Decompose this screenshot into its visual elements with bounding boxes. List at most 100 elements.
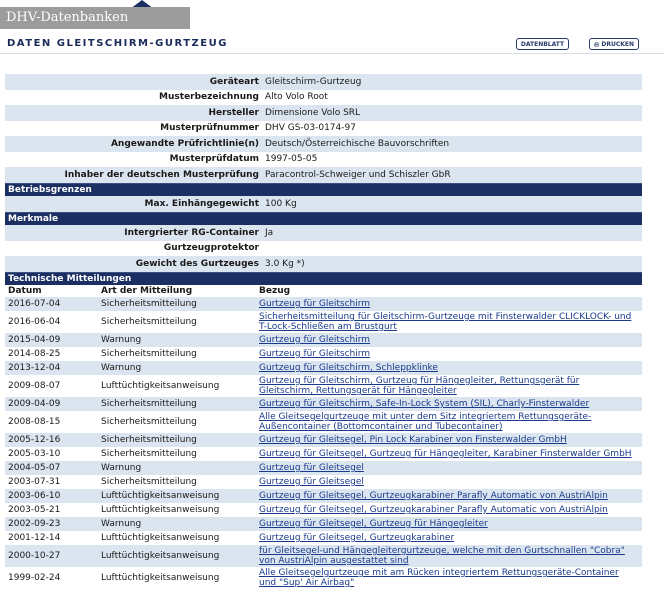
page-title: DATEN GLEITSCHIRM-GURTZEUG (7, 38, 228, 49)
cell-date: 2016-06-04 (8, 317, 61, 327)
info-row-gewicht: Gewicht des Gurtzeuges 3.0 Kg *) (5, 256, 642, 272)
bezug-link[interactable]: Gurtzeug für Gleitschirm, Schleppklinke (259, 363, 636, 373)
cell-type: Lufttüchtigkeitsanweisung (101, 381, 220, 391)
bezug-link[interactable]: Sicherheitsmitteilung für Gleitschirm-Gu… (259, 312, 636, 332)
bezug-link[interactable]: Gurtzeug für Gleitschirm, Safe-In-Lock S… (259, 399, 636, 409)
print-button-label: DRUCKEN (601, 40, 634, 48)
cell-ref: Gurtzeug für Gleitschirm (259, 299, 642, 309)
table-row: 2016-07-04 Sicherheitsmitteilung Gurtzeug … (5, 297, 642, 311)
section-technische-mitteilungen: Technische Mitteilungen (5, 271, 642, 285)
cell-type: Warnung (101, 519, 142, 529)
table-row: 2015-04-09 Warnung Gurtzeug für Gleitschir… (5, 333, 642, 347)
cell-type: Lufttüchtigkeitsanweisung (101, 505, 220, 515)
info-row-musterbezeichnung: Musterbezeichnung Alto Volo Root (5, 89, 642, 105)
datenblatt-button[interactable]: DATENBLATT (516, 38, 569, 50)
column-header-bezug: Bezug (259, 286, 291, 296)
table-row: 2005-12-16 Sicherheitsmitteilung Gurtzeug … (5, 433, 642, 447)
mitteilungen-table-body: 2016-07-04 Sicherheitsmitteilung Gurtzeug … (5, 297, 642, 589)
cell-ref: Gurtzeug für Gleitsegel, Pin Lock Karabi… (259, 435, 642, 445)
table-row: 2000-10-27 Lufttüchtigkeitsanweisung für G… (5, 545, 642, 567)
bezug-link[interactable]: Gurtzeug für Gleitsegel, Pin Lock Karabi… (259, 435, 636, 445)
cell-date: 2003-05-21 (8, 505, 61, 515)
table-row: 2016-06-04 Sicherheitsmitteilung Sicherhei… (5, 311, 642, 333)
table-row: 2004-05-07 Warnung Gurtzeug für Gleitsegel (5, 461, 642, 475)
header-divider (0, 53, 664, 54)
bezug-link[interactable]: Gurtzeug für Gleitschirm (259, 335, 636, 345)
table-row: 2003-07-31 Sicherheitsmitteilung Gurtzeug … (5, 475, 642, 489)
cell-ref: Gurtzeug für Gleitschirm (259, 349, 642, 359)
table-row: 2009-04-09 Sicherheitsmitteilung Gurtzeug … (5, 397, 642, 411)
printer-icon (594, 41, 600, 47)
table-row: 2014-08-25 Sicherheitsmitteilung Gurtzeug … (5, 347, 642, 361)
info-table: Geräteart Gleitschirm-Gurtzeug Musterbeze… (5, 74, 642, 183)
bezug-link[interactable]: Gurtzeug für Gleitschirm (259, 349, 636, 359)
cell-ref: Gurtzeug für Gleitsegel (259, 463, 642, 473)
bezug-link[interactable]: Alle Gleitsegelgurtzeuge mit am Rücken i… (259, 568, 636, 588)
info-value: Dimensione Volo SRL (265, 107, 361, 118)
info-value: 1997-05-05 (265, 154, 318, 165)
cell-type: Sicherheitsmitteilung (101, 349, 197, 359)
cell-date: 2003-06-10 (8, 491, 61, 501)
bezug-link[interactable]: Gurtzeug für Gleitsegel, Gurtzeug für Hä… (259, 519, 636, 529)
table-row: 2003-06-10 Lufttüchtigkeitsanweisung Gurtz… (5, 489, 642, 503)
cell-date: 2013-12-04 (8, 363, 61, 373)
bezug-link[interactable]: Gurtzeug für Gleitschirm (259, 299, 636, 309)
bezug-link[interactable]: Gurtzeug für Gleitsegel, Gurtzeug für Hä… (259, 449, 636, 459)
table-header: Datum Art der Mitteilung Bezug (5, 285, 642, 297)
info-row-rg-container: Intergrierter RG-Container Ja (5, 225, 642, 241)
bezug-link[interactable]: für Gleitsegel-und Hängegleitergurtzeuge… (259, 546, 636, 566)
section-betriebsgrenzen: Betriebsgrenzen (5, 182, 642, 196)
cell-ref: für Gleitsegel-und Hängegleitergurtzeuge… (259, 546, 642, 566)
cell-date: 2003-07-31 (8, 477, 61, 487)
cell-ref: Sicherheitsmitteilung für Gleitschirm-Gu… (259, 312, 642, 332)
column-header-datum: Datum (8, 286, 42, 296)
info-label: Max. Einhängegewicht (144, 198, 259, 209)
bezug-link[interactable]: Gurtzeug für Gleitsegel, Gurtzeugkarabin… (259, 491, 636, 501)
column-header-art: Art der Mitteilung (101, 286, 193, 296)
info-label: Musterbezeichnung (159, 92, 259, 103)
main-content: Geräteart Gleitschirm-Gurtzeug Musterbeze… (5, 74, 642, 589)
bezug-link[interactable]: Gurtzeug für Gleitsegel, Gurtzeugkarabin… (259, 533, 636, 543)
info-label: Hersteller (208, 107, 259, 118)
brand-tab[interactable]: DHV-Datenbanken (0, 7, 190, 29)
table-row: 2001-12-14 Lufttüchtigkeitsanweisung Gurtz… (5, 531, 642, 545)
bezug-link[interactable]: Gurtzeug für Gleitsegel, Gurtzeugkarabin… (259, 505, 636, 515)
info-row-musterpruefnummer: Musterprüfnummer DHV GS-03-0174-97 (5, 120, 642, 136)
cell-type: Sicherheitsmitteilung (101, 399, 197, 409)
cell-type: Sicherheitsmitteilung (101, 477, 197, 487)
bezug-link[interactable]: Alle Gleitsegelgurtzeuge mit unter dem S… (259, 412, 636, 432)
info-label: Gewicht des Gurtzeuges (135, 258, 259, 269)
info-row-einhaengegewicht: Max. Einhängegewicht 100 Kg (5, 196, 642, 212)
cell-type: Lufttüchtigkeitsanweisung (101, 533, 220, 543)
info-row-geraeteart: Geräteart Gleitschirm-Gurtzeug (5, 74, 642, 90)
datenblatt-button-label: DATENBLATT (520, 40, 565, 48)
cell-date: 2015-04-09 (8, 335, 61, 345)
cell-type: Lufttüchtigkeitsanweisung (101, 573, 220, 583)
bezug-link[interactable]: Gurtzeug für Gleitschirm, Gurtzeug für H… (259, 376, 636, 396)
cell-date: 2016-07-04 (8, 299, 61, 309)
cell-date: 2009-08-07 (8, 381, 61, 391)
table-row: 2005-03-10 Sicherheitsmitteilung Gurtzeug … (5, 447, 642, 461)
print-button[interactable]: DRUCKEN (589, 38, 639, 50)
cell-ref: Gurtzeug für Gleitschirm, Schleppklinke (259, 363, 642, 373)
bezug-link[interactable]: Gurtzeug für Gleitsegel (259, 463, 636, 473)
cell-ref: Alle Gleitsegelgurtzeuge mit unter dem S… (259, 412, 642, 432)
table-row: 2009-08-07 Lufttüchtigkeitsanweisung Gurtz… (5, 375, 642, 397)
cell-type: Sicherheitsmitteilung (101, 449, 197, 459)
brand-title: DHV-Datenbanken (6, 10, 129, 25)
cell-type: Sicherheitsmitteilung (101, 417, 197, 427)
info-label: Intergrierter RG-Container (124, 227, 259, 238)
table-row: 1999-02-24 Lufttüchtigkeitsanweisung Alle … (5, 567, 642, 589)
info-label: Geräteart (209, 76, 259, 87)
table-row: 2013-12-04 Warnung Gurtzeug für Gleitschir… (5, 361, 642, 375)
cell-type: Sicherheitsmitteilung (101, 435, 197, 445)
info-value: DHV GS-03-0174-97 (265, 123, 356, 134)
cell-type: Lufttüchtigkeitsanweisung (101, 491, 220, 501)
cell-ref: Gurtzeug für Gleitsegel, Gurtzeugkarabin… (259, 491, 642, 501)
cell-ref: Gurtzeug für Gleitsegel, Gurtzeugkarabin… (259, 533, 642, 543)
info-label: Angewandte Prüfrichtlinie(n) (110, 138, 259, 149)
bezug-link[interactable]: Gurtzeug für Gleitsegel (259, 477, 636, 487)
info-label: Musterprüfnummer (160, 123, 259, 134)
info-value: Alto Volo Root (265, 92, 328, 103)
info-value: Deutsch/Österreichische Bauvorschriften (265, 138, 450, 149)
